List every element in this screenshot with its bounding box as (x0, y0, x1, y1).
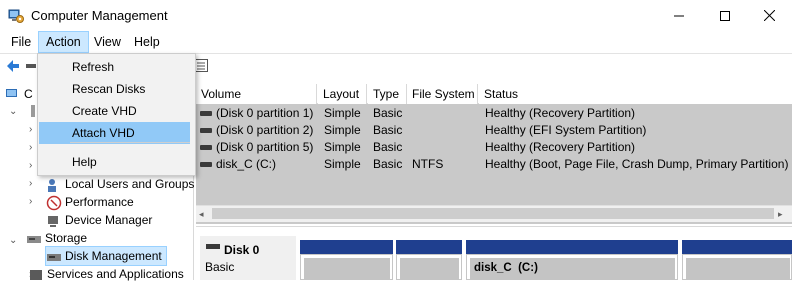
close-icon (763, 10, 775, 21)
performance-icon (46, 195, 62, 211)
layout-cell: Simple (324, 157, 361, 171)
maximize-button[interactable] (702, 0, 748, 31)
status-cell: Healthy (Recovery Partition) (485, 140, 636, 154)
disk-name: Disk 0 (224, 243, 260, 257)
tree-item-label: Local Users and Groups (65, 177, 195, 191)
status-cell: Healthy (EFI System Partition) (485, 123, 647, 137)
table-row[interactable]: disk_C (C:) Simple Basic NTFS Healthy (B… (196, 156, 792, 173)
layout-cell: Simple (324, 123, 361, 137)
volume-cell: disk_C (C:) (200, 156, 276, 173)
fs-cell: NTFS (412, 157, 444, 171)
drive-icon (200, 145, 212, 151)
column-header-volume[interactable]: Volume (196, 84, 317, 104)
menu-help[interactable]: Help (127, 31, 167, 53)
properties-icon[interactable] (194, 59, 208, 72)
partition-c-bar (466, 240, 678, 254)
status-cell: Healthy (Recovery Partition) (485, 106, 636, 120)
tree-item-device-manager[interactable]: Device Manager (46, 211, 152, 229)
chevron-down-icon[interactable]: ⌄ (9, 107, 19, 117)
tree-item-label: Device Manager (65, 213, 153, 227)
volume-cell: (Disk 0 partition 1) (200, 105, 313, 122)
partition-1-bar (300, 240, 393, 254)
table-row[interactable]: (Disk 0 partition 5) Simple Basic Health… (196, 139, 792, 156)
chevron-right-icon[interactable]: › (29, 179, 39, 189)
tree-item-storage[interactable]: Storage (26, 229, 87, 247)
disk-type: Basic (205, 260, 235, 274)
tree-item-label: C (24, 87, 33, 101)
drive-icon (200, 111, 212, 117)
partition-5-fill (686, 258, 790, 280)
menu-item-rescan-disks[interactable]: Rescan Disks (39, 78, 190, 100)
partition-1-fill (304, 258, 390, 280)
volume-cell: (Disk 0 partition 2) (200, 122, 313, 139)
scroll-right-icon[interactable]: ▸ (778, 209, 783, 220)
type-cell: Basic (373, 140, 403, 154)
storage-icon (27, 235, 41, 243)
computer-management-icon (6, 88, 17, 97)
maximize-icon (720, 10, 730, 21)
drive-icon (200, 128, 212, 134)
menu-view[interactable]: View (87, 31, 128, 53)
tree-item-local-users-and-groups[interactable]: Local Users and Groups (46, 175, 194, 193)
column-header-type[interactable]: Type (368, 84, 407, 104)
menu-item-create-vhd[interactable]: Create VHD (39, 100, 190, 122)
minimize-button[interactable] (656, 0, 702, 31)
partition-5-bar (682, 240, 792, 254)
disk-management-icon (47, 253, 61, 261)
volume-name: (Disk 0 partition 5) (216, 140, 314, 154)
layout-cell: Simple (324, 140, 361, 154)
menu-item-refresh[interactable]: Refresh (39, 56, 190, 78)
menu-file[interactable]: File (4, 31, 38, 53)
back-arrow-icon[interactable] (5, 58, 21, 74)
tree-item-label: Storage (45, 231, 88, 245)
status-cell: Healthy (Boot, Page File, Crash Dump, Pr… (485, 157, 789, 171)
type-cell: Basic (373, 123, 403, 137)
column-header-file-system[interactable]: File System (407, 84, 478, 104)
window-title: Computer Management (31, 8, 168, 23)
tree-item-label: Services and Applications (47, 267, 184, 281)
drive-icon (200, 162, 212, 168)
volume-name: (Disk 0 partition 2) (216, 123, 314, 137)
computer-management-icon (8, 9, 24, 23)
scrollbar-thumb[interactable] (212, 208, 774, 219)
partition-2-fill (400, 258, 459, 280)
type-cell: Basic (373, 157, 403, 171)
services-icon (30, 269, 42, 280)
table-row[interactable]: (Disk 0 partition 1) Simple Basic Health… (196, 105, 792, 122)
forward-arrow-icon[interactable] (26, 62, 36, 70)
partition-c-label: disk_C (C:) (474, 262, 538, 274)
column-header-status[interactable]: Status (479, 84, 792, 104)
device-manager-icon (48, 215, 58, 227)
menu-item-help[interactable]: Help (39, 151, 190, 173)
menu-separator (70, 142, 190, 143)
menu-action[interactable]: Action (38, 31, 89, 53)
chevron-down-icon[interactable]: ⌄ (9, 236, 19, 246)
table-row[interactable]: (Disk 0 partition 2) Simple Basic Health… (196, 122, 792, 139)
volume-cell: (Disk 0 partition 5) (200, 139, 313, 156)
volume-name: (Disk 0 partition 1) (216, 106, 314, 120)
volume-name: disk_C (C:) (216, 157, 277, 171)
tree-item-label: Performance (65, 195, 134, 209)
tree-item-disk-management[interactable]: Disk Management (45, 246, 167, 266)
scroll-left-icon[interactable]: ◂ (199, 209, 204, 220)
close-button[interactable] (746, 0, 792, 31)
menu-item-attach-vhd[interactable]: Attach VHD (39, 122, 190, 144)
tree-item-performance[interactable]: Performance (46, 193, 134, 211)
tree-item-services-and-applications[interactable]: Services and Applications (28, 265, 184, 283)
chevron-right-icon[interactable]: › (29, 197, 39, 207)
disk-icon (206, 244, 220, 249)
layout-cell: Simple (324, 106, 361, 120)
minimize-icon (674, 15, 684, 16)
tree-item-label: Disk Management (65, 249, 162, 263)
column-header-layout[interactable]: Layout (318, 84, 367, 104)
users-icon (48, 178, 56, 192)
partition-2-bar (396, 240, 462, 254)
type-cell: Basic (373, 106, 403, 120)
